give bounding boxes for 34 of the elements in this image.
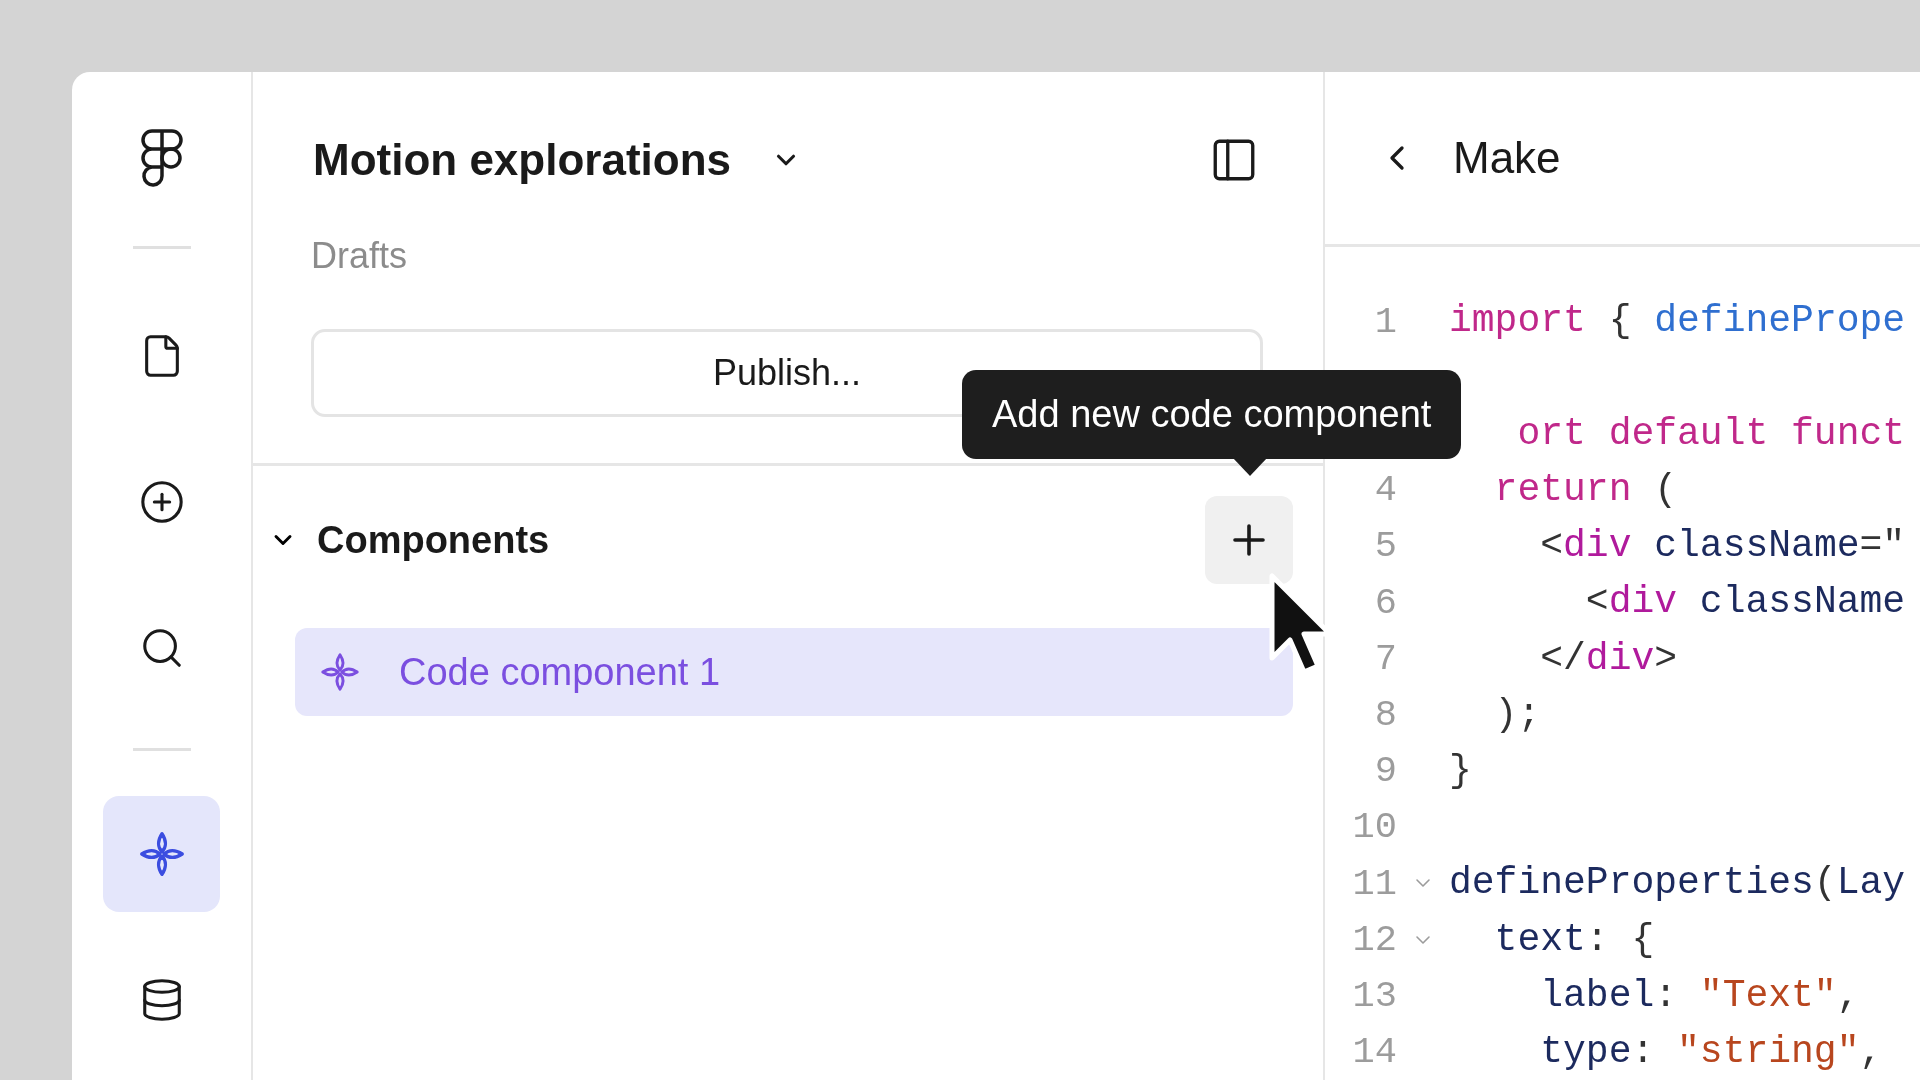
code-line: <div className=" bbox=[1539, 527, 1906, 566]
code-line: ort default funct bbox=[1516, 414, 1906, 453]
code-line: import { definePrope bbox=[1449, 302, 1906, 341]
line-number: 14 bbox=[1352, 1031, 1397, 1074]
tooltip-pointer-icon bbox=[1233, 458, 1267, 476]
line-number: 9 bbox=[1374, 750, 1397, 793]
line-number: 8 bbox=[1374, 694, 1397, 737]
line-number: 11 bbox=[1352, 862, 1397, 905]
line-number: 1 bbox=[1374, 300, 1397, 343]
add-circle-icon bbox=[138, 479, 185, 525]
code-line: } bbox=[1449, 751, 1472, 790]
location-label: Drafts bbox=[311, 238, 408, 274]
code-line: text: { bbox=[1493, 920, 1655, 959]
tooltip: Add new code component bbox=[962, 370, 1462, 459]
code-line: type: "string", bbox=[1539, 1032, 1883, 1071]
code-line: return ( bbox=[1493, 471, 1678, 510]
add-button[interactable] bbox=[1205, 496, 1293, 584]
code-line: <div className bbox=[1584, 583, 1906, 622]
code-line: label: "Text", bbox=[1539, 976, 1860, 1015]
section-title: Components bbox=[317, 517, 550, 563]
code-line: ); bbox=[1493, 695, 1541, 734]
component-label: Code component 1 bbox=[399, 649, 721, 695]
code-line: defineProperties(Lay bbox=[1449, 864, 1906, 903]
project-title: Motion explorations bbox=[313, 134, 731, 186]
editor-title: Make bbox=[1453, 132, 1561, 185]
code-line: </div> bbox=[1539, 639, 1678, 678]
line-number: 6 bbox=[1374, 581, 1397, 624]
line-number: 10 bbox=[1352, 806, 1397, 849]
line-number: 5 bbox=[1374, 525, 1397, 568]
line-number: 12 bbox=[1352, 918, 1397, 961]
line-number: 4 bbox=[1374, 469, 1397, 512]
line-number: 13 bbox=[1352, 974, 1397, 1017]
line-number: 7 bbox=[1374, 637, 1397, 680]
component-item[interactable]: Code component 1 bbox=[295, 628, 1293, 716]
